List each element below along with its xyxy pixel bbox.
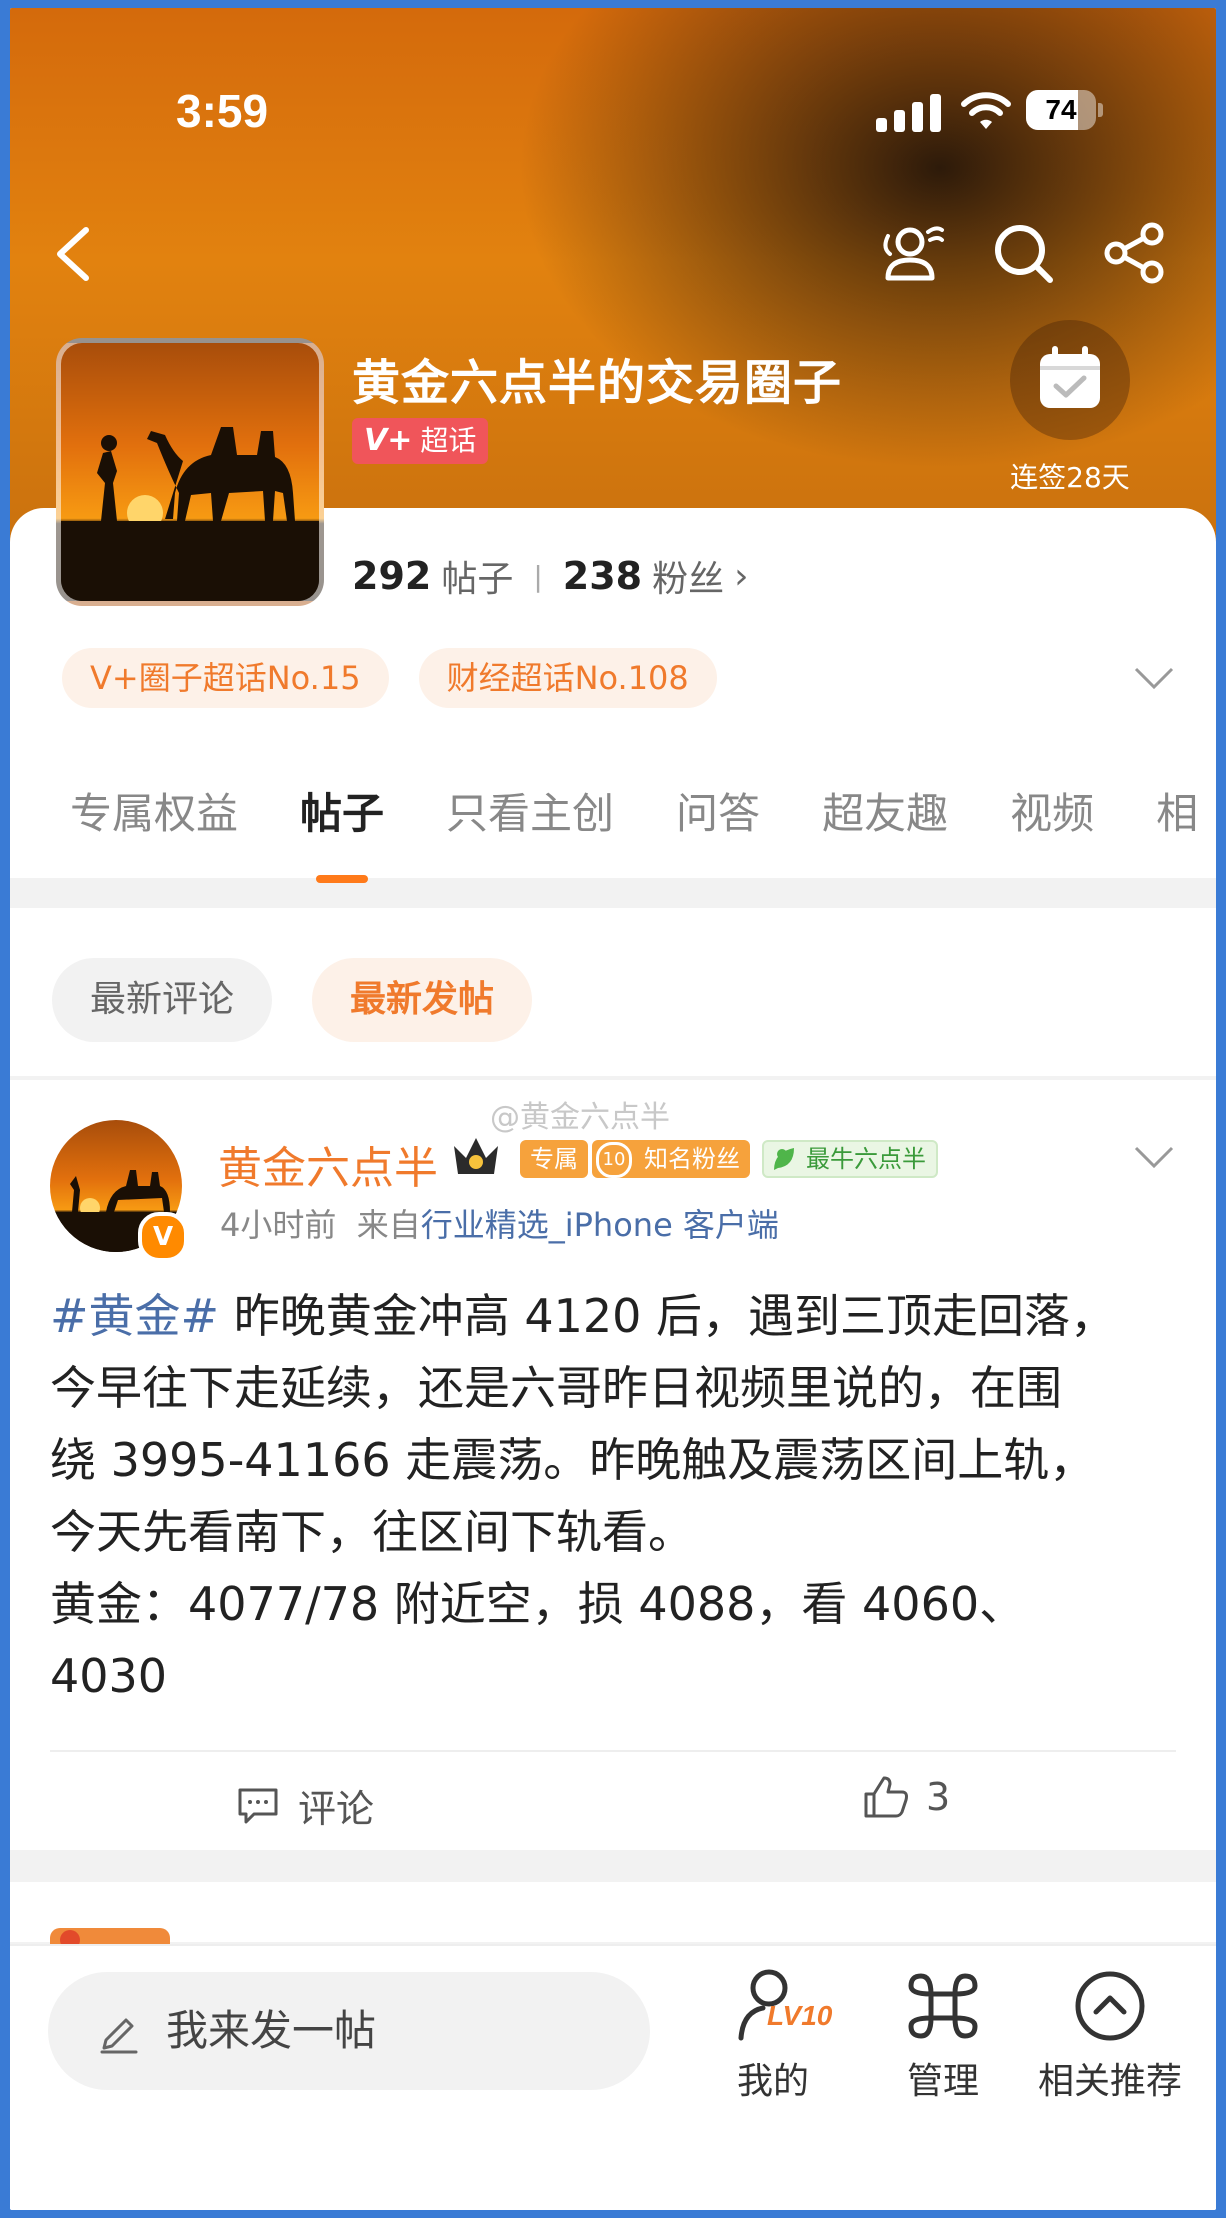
tab-posts[interactable]: 帖子 — [300, 780, 384, 841]
post-line-5: 黄金：4077/78 附近空，损 4088，看 4060、 — [50, 1577, 1026, 1631]
post-menu-chevron-icon[interactable] — [1130, 1142, 1178, 1172]
rank-tag-finance[interactable]: 财经超话No.108 — [418, 648, 717, 708]
crown-icon — [454, 1138, 498, 1174]
post-line-6: 4030 — [50, 1649, 168, 1703]
bottom-toolbar: 我来发一帖 LV10 我的 管理 相关推荐 — [10, 1944, 1216, 2210]
post-line-3: 绕 3995-41166 走震荡。昨晚触及震荡区间上轨， — [50, 1433, 1096, 1487]
checkin-button[interactable] — [1010, 320, 1130, 440]
post-card: V @黄金六点半 黄金六点半 专属 10 知名粉丝 最牛六点半 4小时前 来自行业… — [10, 1080, 1216, 1850]
app-frame: 3:59 74 黄金六点半的交易圈子 V+ 超话 连签28天 292 帖子 | … — [10, 8, 1216, 2210]
user-level-icon: LV10 — [733, 1966, 832, 2046]
posts-count: 292 — [352, 554, 432, 598]
recommend-label: 相关推荐 — [1037, 2061, 1182, 2102]
like-count: 3 — [926, 1775, 951, 1819]
tab-fun[interactable]: 超友趣 — [822, 780, 948, 841]
post-source-prefix: 来自 — [356, 1206, 421, 1244]
post-body: #黄金# 昨晚黄金冲高 4120 后，遇到三顶走回落， 今早往下走延续，还是六哥… — [50, 1280, 1180, 1712]
camel-silhouette-image — [61, 427, 319, 601]
rank-tags: V+圈子超话No.15 财经超话No.108 — [62, 648, 717, 708]
circle-avatar[interactable] — [56, 338, 324, 606]
manage-button[interactable]: 管理 — [868, 1966, 1018, 2104]
tab-qa[interactable]: 问答 — [676, 780, 760, 841]
signal-icon — [876, 92, 946, 132]
pencil-icon — [100, 2018, 138, 2054]
manage-label: 管理 — [906, 2061, 979, 2102]
verified-badge: V — [138, 1212, 188, 1262]
like-button[interactable]: 3 — [862, 1774, 950, 1820]
calendar-check-icon — [1040, 346, 1100, 408]
post-time: 4小时前 — [220, 1206, 337, 1244]
mine-button[interactable]: LV10 我的 — [698, 1966, 848, 2104]
wifi-icon — [961, 92, 1011, 129]
status-time: 3:59 — [176, 85, 269, 137]
back-icon[interactable] — [40, 218, 110, 288]
post-source[interactable]: 行业精选_iPhone 客户端 — [421, 1206, 779, 1244]
exclusive-chip: 专属 — [520, 1140, 588, 1178]
hashtag-link[interactable]: #黄金# — [50, 1289, 219, 1343]
compose-placeholder: 我来发一帖 — [166, 2006, 377, 2055]
checkin-label: 连签28天 — [1010, 461, 1130, 494]
topic-stats: 292 帖子 | 238 粉丝 › — [352, 550, 749, 602]
fans-level-chip: 10 知名粉丝 — [592, 1140, 750, 1178]
best-fan-chip: 最牛六点半 — [762, 1140, 938, 1178]
people-icon[interactable] — [876, 218, 946, 288]
super-topic-badge[interactable]: V+ 超话 — [352, 418, 489, 464]
comment-label: 评论 — [298, 1787, 375, 1831]
fans-chevron-icon[interactable]: › — [734, 556, 748, 597]
fans-count[interactable]: 238 — [563, 554, 642, 598]
watermark: @黄金六点半 — [490, 1100, 670, 1135]
chevron-up-circle-icon — [1075, 1971, 1145, 2041]
battery-icon: 74 — [1026, 90, 1104, 130]
next-post-card — [10, 1882, 1216, 1960]
comment-button[interactable]: 评论 — [236, 1778, 374, 1833]
chevron-down-icon[interactable] — [1130, 663, 1178, 693]
divider — [50, 1750, 1176, 1752]
sort-latest-posts[interactable]: 最新发帖 — [312, 958, 533, 1042]
command-icon — [908, 1973, 978, 2039]
tab-creator-only[interactable]: 只看主创 — [446, 780, 614, 841]
sort-bar: 最新评论 最新发帖 — [10, 908, 1216, 1076]
status-bar: 3:59 74 — [10, 8, 1216, 208]
leaf-icon — [774, 1148, 794, 1170]
post-line-4: 今天先看南下，往区间下轨看。 — [50, 1505, 694, 1559]
related-recommend-button[interactable]: 相关推荐 — [1020, 1966, 1200, 2104]
tab-related[interactable]: 相 — [1156, 780, 1198, 841]
tab-video[interactable]: 视频 — [1010, 780, 1094, 841]
tab-benefits[interactable]: 专属权益 — [70, 780, 238, 841]
share-icon[interactable] — [1100, 218, 1170, 288]
topic-tabs: 专属权益 帖子 只看主创 问答 超友趣 视频 相 — [70, 780, 1216, 841]
page-title: 黄金六点半的交易圈子 — [352, 355, 843, 411]
rank-tag-vplus[interactable]: V+圈子超话No.15 — [62, 648, 389, 708]
search-icon[interactable] — [988, 218, 1058, 288]
sort-latest-comments[interactable]: 最新评论 — [52, 958, 273, 1042]
stats-divider: | — [533, 559, 543, 593]
post-meta: 4小时前 来自行业精选_iPhone 客户端 — [220, 1200, 779, 1246]
posts-label: 帖子 — [441, 559, 514, 600]
comment-icon — [238, 1788, 278, 1823]
post-line-2: 今早往下走延续，还是六哥昨日视频里说的，在围 — [50, 1361, 1062, 1415]
mine-label: 我的 — [736, 2061, 809, 2102]
thumbs-up-icon — [864, 1776, 908, 1818]
fans-label[interactable]: 粉丝 — [652, 550, 724, 602]
post-line-1: 昨晚黄金冲高 4120 后，遇到三顶走回落， — [219, 1289, 1117, 1343]
compose-input[interactable]: 我来发一帖 — [48, 1972, 650, 2090]
post-author-name[interactable]: 黄金六点半 — [218, 1132, 438, 1196]
